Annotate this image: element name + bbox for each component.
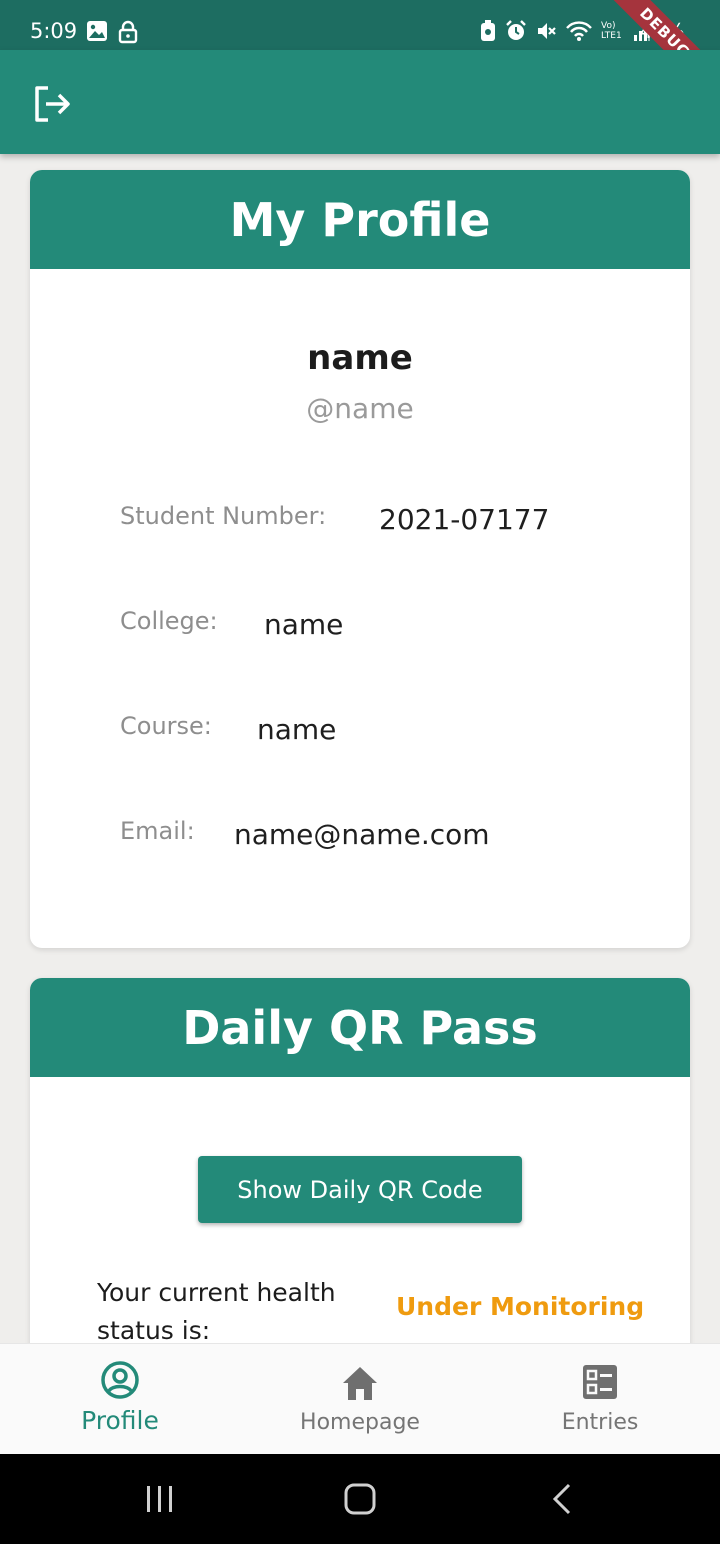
status-left-icons: [86, 20, 138, 44]
status-bar: 5:09 Vo) LTE1 DEBUG: [0, 0, 720, 113]
battery-saver-icon: [481, 20, 495, 41]
wifi-icon: [566, 21, 592, 41]
profile-card-title: My Profile: [30, 170, 690, 269]
network-badge: Vo) LTE1: [601, 21, 622, 41]
nav-item-entries[interactable]: Entries: [480, 1344, 720, 1455]
course-label: Course:: [120, 712, 212, 740]
bottom-navigation: Profile Homepage Entries: [0, 1343, 720, 1455]
show-qr-code-button[interactable]: Show Daily QR Code: [198, 1156, 522, 1223]
profile-name: name: [307, 338, 413, 378]
home-icon: [343, 1367, 377, 1400]
profile-username: @name: [306, 392, 414, 425]
status-right-icons: Vo) LTE1: [479, 20, 651, 42]
lock-icon: [118, 20, 138, 44]
nav-label-profile: Profile: [81, 1406, 159, 1435]
health-status-label: Your current health status is:: [97, 1278, 336, 1345]
email-label: Email:: [120, 817, 195, 845]
course-value: name: [257, 713, 337, 746]
email-value: name@name.com: [234, 818, 490, 851]
list-alt-icon: [583, 1365, 617, 1399]
status-time: 5:09: [30, 19, 78, 43]
health-status-value: Under Monitoring: [396, 1292, 645, 1321]
nav-item-profile[interactable]: Profile: [0, 1344, 240, 1455]
gallery-icon: [87, 21, 107, 41]
home-button-icon[interactable]: [343, 1482, 377, 1516]
student-number-value: 2021-07177: [379, 503, 550, 536]
account-circle-icon: [101, 1361, 139, 1399]
logout-icon[interactable]: [32, 84, 72, 124]
nav-label-entries: Entries: [561, 1410, 639, 1435]
qr-card-title: Daily QR Pass: [30, 978, 690, 1077]
college-label: College:: [120, 607, 218, 635]
profile-card: My Profile name @name Student Number: 20…: [30, 170, 690, 948]
qr-pass-card: Daily QR Pass Show Daily QR Code Your cu…: [30, 978, 690, 1398]
nav-label-homepage: Homepage: [300, 1410, 420, 1435]
mute-icon: [538, 23, 556, 39]
back-icon[interactable]: [550, 1482, 574, 1516]
nav-item-homepage[interactable]: Homepage: [240, 1344, 480, 1455]
college-value: name: [264, 608, 344, 641]
student-number-label: Student Number:: [120, 502, 327, 530]
app-bar: [0, 50, 720, 154]
recent-apps-icon[interactable]: [144, 1482, 176, 1516]
alarm-icon: [506, 20, 526, 40]
system-navigation-bar: [0, 1454, 720, 1544]
